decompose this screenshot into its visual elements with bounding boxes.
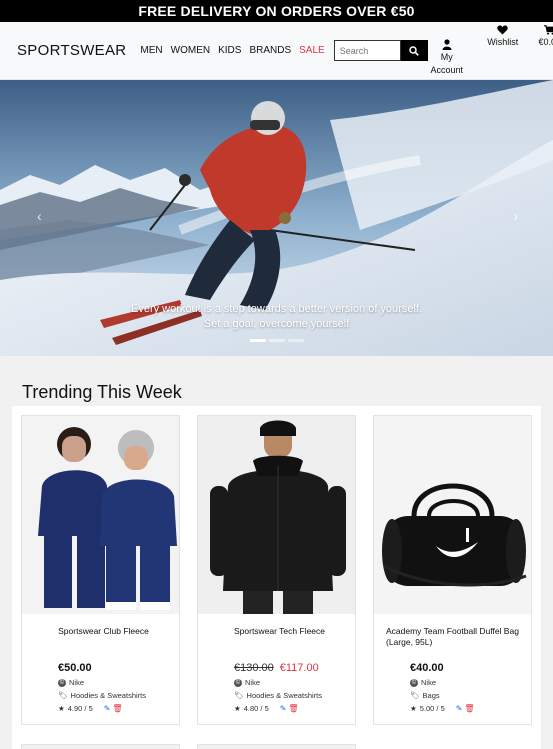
product-card[interactable]: Sportswear Tech Fleece €130.00 €117.00 © N…	[197, 415, 356, 725]
product-category[interactable]: 🏷 Hoodies & Sweatshirts	[210, 691, 349, 700]
kids-fleece-image	[22, 416, 179, 614]
product-name[interactable]: Sportswear Tech Fleece	[210, 626, 349, 654]
search-form	[333, 40, 428, 61]
product-image-tech-fleece[interactable]	[198, 416, 355, 614]
nav-link-women[interactable]: WOMEN	[171, 45, 210, 56]
delete-icon[interactable]: 🗑	[288, 704, 298, 713]
rating-value: 4.80 / 5	[243, 704, 269, 713]
hero-caption-line2: Set a goal, overcome yourself	[203, 318, 350, 330]
product-card[interactable]: Sportswear Club Fleece €50.00 © Nike 🏷 Hoo…	[21, 415, 180, 725]
brand-name: Nike	[421, 678, 437, 687]
carousel-next-icon[interactable]: ›	[513, 208, 518, 224]
product-card[interactable]	[21, 744, 180, 749]
product-price: €40.00	[410, 662, 444, 674]
cart-icon	[544, 24, 553, 35]
nav-link-men[interactable]: MEN	[140, 45, 162, 56]
edit-icon[interactable]: ✎	[456, 704, 463, 713]
search-icon	[409, 45, 420, 56]
brand-name: Nike	[245, 678, 261, 687]
navbar: SPORTSWEAR MEN WOMEN KIDS BRANDS SALE My…	[0, 22, 553, 80]
star-icon: ★	[58, 704, 65, 713]
bag-total: €0.00	[538, 36, 553, 47]
user-icon	[442, 38, 452, 50]
trending-title: Trending This Week	[22, 382, 182, 402]
hero-carousel[interactable]: ‹ › Every workout is a step towards a be…	[0, 80, 553, 356]
account-label-1: My	[440, 51, 453, 62]
category-name: Bags	[422, 691, 440, 700]
search-button[interactable]	[400, 40, 428, 61]
promo-banner: FREE DELIVERY ON ORDERS OVER €50	[0, 0, 553, 22]
nav-link-brands[interactable]: BRANDS	[249, 45, 291, 56]
tag-icon: 🏷	[234, 691, 244, 700]
wishlist-button[interactable]: Wishlist	[478, 25, 528, 77]
product-image-partial[interactable]	[22, 745, 179, 749]
rating-value: 5.00 / 5	[419, 704, 445, 713]
nav-links: MEN WOMEN KIDS BRANDS SALE	[140, 45, 324, 56]
product-brand[interactable]: © Nike	[386, 678, 525, 687]
duffel-bag-image	[374, 416, 531, 614]
carousel-indicator-3[interactable]	[287, 339, 304, 342]
product-sale-price: €117.00	[279, 662, 319, 674]
product-rating: ★ 4.80 / 5 ✎ 🗑	[210, 704, 349, 713]
nav-icons: My Account Wishlist €0.00	[428, 24, 553, 77]
hero-caption-line1: Every workout is a step towards a better…	[130, 303, 423, 315]
product-price: €50.00	[58, 662, 92, 674]
nav-link-kids[interactable]: KIDS	[218, 45, 241, 56]
product-brand[interactable]: © Nike	[210, 678, 349, 687]
promo-text: FREE DELIVERY ON ORDERS OVER €50	[138, 3, 415, 19]
star-icon: ★	[234, 704, 241, 713]
product-grid: Sportswear Club Fleece €50.00 © Nike 🏷 Hoo…	[12, 406, 541, 749]
nav-link-sale[interactable]: SALE	[299, 45, 325, 56]
brand-logo[interactable]: SPORTSWEAR	[17, 42, 126, 59]
product-image-duffel-bag[interactable]	[374, 416, 531, 614]
account-label-2: Account	[430, 64, 463, 75]
product-category[interactable]: 🏷 Hoodies & Sweatshirts	[34, 691, 173, 700]
tech-fleece-image	[198, 416, 355, 614]
product-name[interactable]: Sportswear Club Fleece	[34, 626, 173, 654]
search-input[interactable]	[333, 40, 401, 61]
category-name: Hoodies & Sweatshirts	[70, 691, 146, 700]
product-category[interactable]: 🏷 Bags	[386, 691, 525, 700]
star-icon: ★	[410, 704, 417, 713]
product-rating: ★ 4.90 / 5 ✎ 🗑	[34, 704, 173, 713]
product-card[interactable]: Academy Team Football Duffel Bag (Large,…	[373, 415, 532, 725]
heart-icon	[497, 25, 508, 34]
delete-icon[interactable]: 🗑	[464, 704, 474, 713]
carousel-indicator-2[interactable]	[268, 339, 285, 342]
product-name[interactable]: Academy Team Football Duffel Bag (Large,…	[386, 626, 525, 654]
brand-icon: ©	[58, 678, 66, 687]
product-card[interactable]	[197, 744, 356, 749]
carousel-prev-icon[interactable]: ‹	[37, 208, 42, 224]
hero-caption: Every workout is a step towards a better…	[0, 302, 553, 332]
edit-icon[interactable]: ✎	[280, 704, 287, 713]
product-image-club-fleece[interactable]	[22, 416, 179, 614]
carousel-indicators	[0, 339, 553, 342]
brand-icon: ©	[234, 678, 242, 687]
product-old-price: €130.00	[234, 662, 274, 674]
brand-icon: ©	[410, 678, 418, 687]
carousel-indicator-1[interactable]	[249, 339, 266, 342]
tag-icon: 🏷	[58, 691, 68, 700]
product-rating: ★ 5.00 / 5 ✎ 🗑	[386, 704, 525, 713]
product-brand[interactable]: © Nike	[34, 678, 173, 687]
product-image-partial[interactable]	[198, 745, 355, 749]
delete-icon[interactable]: 🗑	[112, 704, 122, 713]
shopping-bag-button[interactable]: €0.00	[534, 24, 553, 77]
wishlist-label: Wishlist	[487, 36, 519, 47]
category-name: Hoodies & Sweatshirts	[246, 691, 322, 700]
rating-value: 4.90 / 5	[67, 704, 93, 713]
brand-name: Nike	[69, 678, 85, 687]
edit-icon[interactable]: ✎	[104, 704, 111, 713]
tag-icon: 🏷	[410, 691, 420, 700]
product-price: €130.00 €117.00	[210, 662, 349, 674]
my-account-button[interactable]: My Account	[428, 38, 466, 77]
